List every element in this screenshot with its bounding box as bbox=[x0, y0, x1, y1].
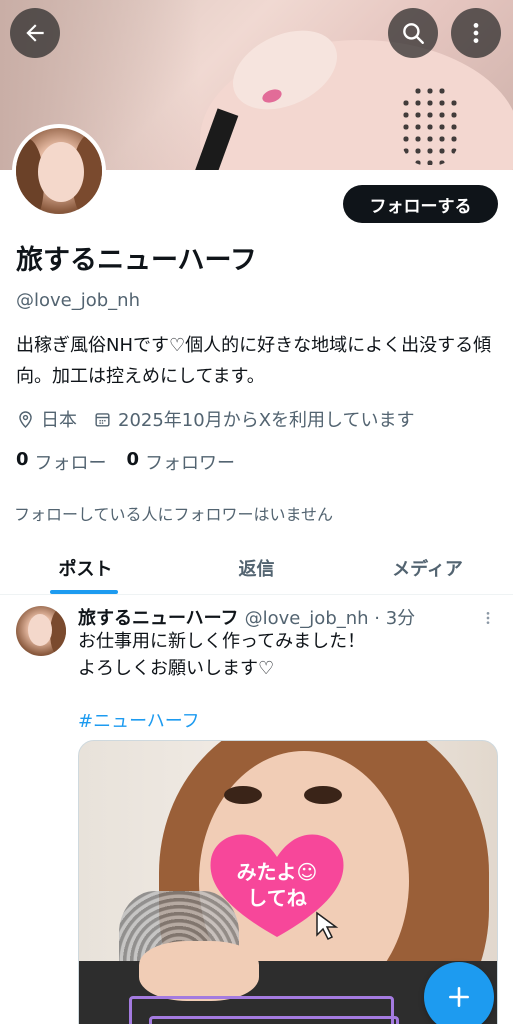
profile-location: 日本 bbox=[41, 410, 77, 431]
tab-posts[interactable]: ポスト bbox=[0, 541, 171, 594]
profile-tabs: ポスト 返信 メディア bbox=[0, 541, 513, 595]
tab-media-label: メディア bbox=[392, 558, 463, 580]
post-author-handle-time: @love_job_nh · 3分 bbox=[244, 608, 416, 629]
profile-avatar[interactable] bbox=[12, 124, 106, 218]
followed-by-note: フォローしている人にフォロワーはいません bbox=[14, 505, 334, 524]
followers-label: フォロワー bbox=[145, 453, 236, 474]
profile-meta: 日本 2025年10月からXを利用しています bbox=[16, 406, 415, 432]
profile-joined-date: 2025年10月からXを利用しています bbox=[118, 410, 415, 431]
search-button[interactable] bbox=[388, 8, 438, 58]
tab-replies-label: 返信 bbox=[238, 558, 275, 580]
calendar-icon bbox=[93, 410, 112, 429]
profile-page: フォローする 旅するニューハーフ @love_job_nh 出稼ぎ風俗NHです♡… bbox=[0, 0, 513, 1024]
post-header: 旅するニューハーフ @love_job_nh · 3分 bbox=[78, 604, 415, 630]
profile-display-name: 旅するニューハーフ bbox=[16, 245, 257, 276]
profile-handle: @love_job_nh bbox=[16, 290, 140, 311]
more-vertical-icon bbox=[480, 608, 496, 628]
post-text-line: お仕事用に新しく作ってみました！ bbox=[78, 631, 366, 652]
plus-icon bbox=[446, 984, 472, 1010]
profile-bio: 出稼ぎ風俗NHです♡個人的に好きな地域によく出没する傾向。加工は控えめにしてます… bbox=[16, 335, 492, 387]
active-tab-indicator bbox=[50, 590, 118, 594]
heart-sticker-text: みたよ☺ してね bbox=[227, 859, 327, 911]
follow-button[interactable]: フォローする bbox=[343, 185, 498, 223]
search-icon bbox=[400, 20, 426, 46]
arrow-left-icon bbox=[22, 20, 48, 46]
sticker-line: してね bbox=[247, 886, 307, 910]
more-options-button[interactable] bbox=[451, 8, 501, 58]
tab-replies[interactable]: 返信 bbox=[171, 541, 342, 594]
post-author-avatar[interactable] bbox=[16, 606, 66, 656]
location-pin-icon bbox=[16, 410, 35, 429]
post-text-line: よろしくお願いします♡ bbox=[78, 658, 275, 679]
back-button[interactable] bbox=[10, 8, 60, 58]
compose-post-button[interactable] bbox=[424, 962, 494, 1024]
more-vertical-icon bbox=[463, 20, 489, 46]
cursor-arrow-icon bbox=[316, 911, 339, 941]
follow-counts: 0 フォロー 0 フォロワー bbox=[16, 449, 255, 475]
post-author-name[interactable]: 旅するニューハーフ bbox=[78, 604, 239, 630]
followers-link[interactable]: 0 フォロワー bbox=[127, 449, 236, 475]
post-text: お仕事用に新しく作ってみました！ よろしくお願いします♡ bbox=[78, 628, 488, 682]
sticker-line: みたよ☺ bbox=[236, 860, 318, 884]
post-hashtag[interactable]: #ニューハーフ bbox=[78, 707, 200, 733]
tab-media[interactable]: メディア bbox=[342, 541, 513, 594]
following-label: フォロー bbox=[34, 453, 107, 474]
following-count: 0 bbox=[16, 449, 29, 470]
followers-count: 0 bbox=[126, 449, 140, 470]
following-link[interactable]: 0 フォロー bbox=[16, 449, 107, 475]
tab-posts-label: ポスト bbox=[58, 558, 113, 580]
post-more-button[interactable] bbox=[480, 608, 496, 628]
